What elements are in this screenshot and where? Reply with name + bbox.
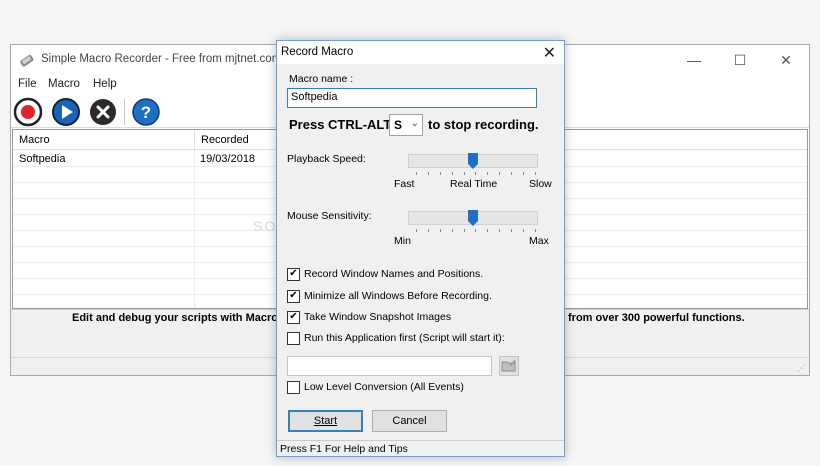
checkbox-label: Minimize all Windows Before Recording. <box>304 290 492 302</box>
dialog-status-text: Press F1 For Help and Tips <box>280 443 408 455</box>
record-window-names-checkbox[interactable]: ✔ Record Window Names and Positions. <box>287 266 483 282</box>
macro-name-input[interactable]: Softpedia <box>287 88 537 108</box>
dialog-statusbar: Press F1 For Help and Tips <box>277 440 564 456</box>
maximize-icon[interactable]: ☐ <box>717 45 763 75</box>
playback-ticks <box>416 172 536 176</box>
info-text-left: Edit and debug your scripts with Macro <box>72 312 278 324</box>
tick-slow: Slow <box>529 178 552 190</box>
menu-file[interactable]: File <box>18 78 37 90</box>
checkbox-box[interactable] <box>287 331 300 345</box>
tick-real-time: Real Time <box>450 178 498 190</box>
mouse-slider-thumb[interactable] <box>468 210 478 226</box>
close-icon[interactable]: ✕ <box>543 43 556 63</box>
tick-max: Max <box>529 235 549 247</box>
press-suffix-label: to stop recording. <box>428 117 539 132</box>
info-text-right: from over 300 powerful functions. <box>568 312 745 324</box>
toolbar-separator <box>124 99 125 125</box>
start-button-label: Start <box>313 415 338 427</box>
low-level-conversion-checkbox[interactable]: Low Level Conversion (All Events) <box>287 379 464 395</box>
app-title: Simple Macro Recorder - Free from mjtnet… <box>41 53 282 65</box>
chevron-down-icon: ⌄ <box>410 118 419 129</box>
press-prefix-label: Press CTRL-ALT- <box>289 117 395 132</box>
minimize-icon[interactable]: — <box>671 45 717 75</box>
stop-key-select[interactable]: S ⌄ <box>389 114 423 136</box>
close-window-icon[interactable]: ✕ <box>763 45 809 75</box>
checkbox-label: Take Window Snapshot Images <box>304 311 452 323</box>
resize-grip-icon[interactable]: ⋰ <box>797 363 807 373</box>
folder-icon <box>501 360 516 372</box>
take-snapshot-checkbox[interactable]: ✔ Take Window Snapshot Images <box>287 309 451 325</box>
run-application-checkbox[interactable]: Run this Application first (Script will … <box>287 330 505 346</box>
row-macro-name: Softpedia <box>19 153 66 165</box>
application-path-input[interactable] <box>287 356 492 376</box>
record-icon[interactable] <box>13 97 43 127</box>
help-icon[interactable]: ? <box>131 97 161 127</box>
cancel-button[interactable]: Cancel <box>372 410 447 432</box>
mouse-sensitivity-label: Mouse Sensitivity: <box>287 210 372 222</box>
dialog-title: Record Macro <box>281 46 354 58</box>
tick-fast: Fast <box>394 178 415 190</box>
checkbox-box[interactable]: ✔ <box>287 267 300 281</box>
checkbox-box[interactable]: ✔ <box>287 289 300 303</box>
checkbox-box[interactable]: ✔ <box>287 310 300 324</box>
browse-button[interactable] <box>499 356 519 376</box>
macro-name-label: Macro name : <box>289 73 354 85</box>
play-icon[interactable] <box>51 97 81 127</box>
checkbox-label: Low Level Conversion (All Events) <box>304 381 464 393</box>
app-icon <box>20 54 34 67</box>
playback-speed-label: Playback Speed: <box>287 153 366 165</box>
tick-min: Min <box>394 235 411 247</box>
start-button[interactable]: Start <box>288 410 363 432</box>
svg-text:?: ? <box>141 103 151 122</box>
menu-macro[interactable]: Macro <box>48 78 80 90</box>
row-recorded-date: 19/03/2018 <box>200 153 256 165</box>
stop-icon[interactable] <box>88 97 118 127</box>
stop-key-value: S <box>394 118 403 132</box>
checkbox-label: Record Window Names and Positions. <box>304 268 484 280</box>
column-macro[interactable]: Macro <box>13 130 195 150</box>
menu-help[interactable]: Help <box>93 78 117 90</box>
cancel-button-label: Cancel <box>392 415 427 427</box>
checkbox-box[interactable] <box>287 380 300 394</box>
dialog-titlebar: Record Macro ✕ <box>277 41 564 64</box>
minimize-windows-checkbox[interactable]: ✔ Minimize all Windows Before Recording. <box>287 288 492 304</box>
playback-slider-thumb[interactable] <box>468 153 478 169</box>
mouse-ticks <box>416 229 536 233</box>
checkbox-label: Run this Application first (Script will … <box>304 332 505 344</box>
record-macro-dialog: Record Macro ✕ Macro name : Softpedia Pr… <box>276 40 565 457</box>
